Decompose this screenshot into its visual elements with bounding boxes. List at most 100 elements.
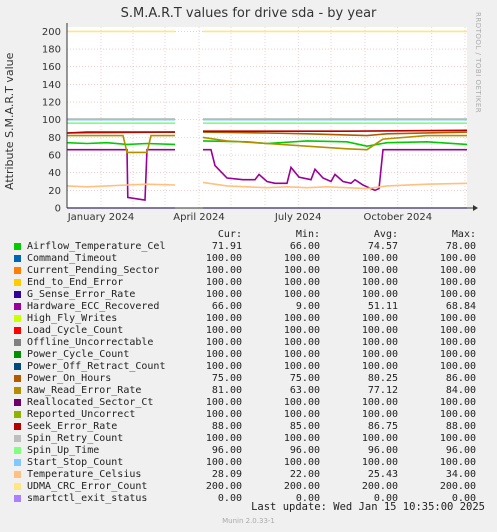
legend-min-value: 100.00 — [283, 313, 320, 324]
legend-cur-value: 200.00 — [205, 481, 242, 492]
legend-swatch — [14, 387, 21, 394]
legend-cur-value: 0.00 — [217, 493, 242, 504]
legend-series-name: Airflow_Temperature_Cel — [27, 241, 166, 252]
legend-header-cur: Cur: — [217, 229, 242, 240]
x-tick-label: January 2024 — [67, 212, 135, 223]
legend-row: Power_Cycle_Count 100.00 100.00 100.00 100.0… — [14, 349, 484, 361]
y-tick-label: 100 — [42, 115, 61, 126]
legend-max-value: 100.00 — [439, 457, 476, 468]
legend-cur-value: 100.00 — [205, 409, 242, 420]
legend-avg-value: 100.00 — [361, 349, 398, 360]
legend-cur-value: 100.00 — [205, 337, 242, 348]
legend-avg-value: 100.00 — [361, 409, 398, 420]
legend-swatch — [14, 255, 21, 262]
legend-cur-value: 88.00 — [211, 421, 242, 432]
legend-swatch — [14, 327, 21, 334]
legend-avg-value: 100.00 — [361, 397, 398, 408]
legend-header-min: Min: — [295, 229, 320, 240]
legend-swatch — [14, 459, 21, 466]
legend-cur-value: 100.00 — [205, 457, 242, 468]
legend-series-name: Temperature_Celsius — [27, 469, 142, 480]
y-tick-label: 40 — [48, 168, 61, 179]
y-tick-label: 200 — [42, 27, 61, 38]
legend-swatch — [14, 291, 21, 298]
legend-series-name: UDMA_CRC_Error_Count — [27, 481, 148, 492]
legend-swatch — [14, 447, 21, 454]
legend-row: Seek_Error_Rate 88.00 85.00 86.75 88.00 — [14, 421, 484, 433]
y-tick-label: 140 — [42, 80, 61, 91]
legend-row: UDMA_CRC_Error_Count 200.00 200.00 200.00 20… — [14, 481, 484, 493]
legend-min-value: 100.00 — [283, 349, 320, 360]
legend-cur-value: 66.00 — [211, 301, 242, 312]
legend-max-value: 88.00 — [445, 421, 476, 432]
legend-avg-value: 100.00 — [361, 265, 398, 276]
legend-header-max: Max: — [451, 229, 476, 240]
legend-cur-value: 96.00 — [211, 445, 242, 456]
legend-avg-value: 51.11 — [367, 301, 398, 312]
legend-row: G_Sense_Error_Rate 100.00 100.00 100.00 100.… — [14, 289, 484, 301]
legend-min-value: 100.00 — [283, 277, 320, 288]
legend-avg-value: 100.00 — [361, 433, 398, 444]
legend-cur-value: 100.00 — [205, 265, 242, 276]
legend-cur-value: 100.00 — [205, 349, 242, 360]
legend-avg-value: 86.75 — [367, 421, 398, 432]
legend-max-value: 100.00 — [439, 433, 476, 444]
legend-swatch — [14, 495, 21, 502]
legend-series-name: Power_Off_Retract_Count — [27, 361, 166, 372]
legend-swatch — [14, 351, 21, 358]
legend-row: Reallocated_Sector_Ct 100.00 100.00 100.00 1… — [14, 397, 484, 409]
legend-swatch — [14, 399, 21, 406]
legend-series-name: Spin_Up_Time — [27, 445, 100, 456]
legend-avg-value: 200.00 — [361, 481, 398, 492]
y-tick-label: 180 — [42, 45, 61, 56]
legend-swatch — [14, 267, 21, 274]
y-tick-label: 80 — [48, 133, 61, 144]
legend-cur-value: 100.00 — [205, 433, 242, 444]
legend-min-value: 200.00 — [283, 481, 320, 492]
legend-row: Power_Off_Retract_Count 100.00 100.00 100.0… — [14, 361, 484, 373]
legend-avg-value: 100.00 — [361, 361, 398, 372]
legend-max-value: 200.00 — [439, 481, 476, 492]
legend-series-name: Seek_Error_Rate — [27, 421, 118, 432]
legend-min-value: 100.00 — [283, 325, 320, 336]
legend-series-name: Current_Pending_Sector — [27, 265, 160, 276]
legend-swatch — [14, 435, 21, 442]
legend-row: Reported_Uncorrect 100.00 100.00 100.00 100.… — [14, 409, 484, 421]
legend-max-value: 86.00 — [445, 373, 476, 384]
legend-cur-value: 100.00 — [205, 397, 242, 408]
series-line — [203, 129, 468, 132]
legend-min-value: 100.00 — [283, 457, 320, 468]
y-tick-label: 60 — [48, 151, 61, 162]
legend-min-value: 100.00 — [283, 409, 320, 420]
legend-max-value: 100.00 — [439, 397, 476, 408]
legend-swatch — [14, 339, 21, 346]
legend-cur-value: 100.00 — [205, 277, 242, 288]
legend-row: Raw_Read_Error_Rate 81.00 63.00 77.12 84.00 — [14, 385, 484, 397]
legend-series-name: Raw_Read_Error_Rate — [27, 385, 142, 396]
legend-min-value: 100.00 — [283, 289, 320, 300]
legend-swatch — [14, 375, 21, 382]
legend-min-value: 96.00 — [289, 445, 320, 456]
munin-version: Munin 2.0.33-1 — [222, 517, 275, 525]
legend-max-value: 100.00 — [439, 289, 476, 300]
legend-max-value: 100.00 — [439, 409, 476, 420]
legend-row: High_Fly_Writes 100.00 100.00 100.00 100.00 — [14, 313, 484, 325]
legend-header-row: Cur: Min: Avg: Max: — [14, 229, 484, 241]
legend-cur-value: 100.00 — [205, 253, 242, 264]
legend-max-value: 100.00 — [439, 325, 476, 336]
legend-min-value: 100.00 — [283, 361, 320, 372]
legend-max-value: 100.00 — [439, 361, 476, 372]
legend-max-value: 84.00 — [445, 385, 476, 396]
legend-swatch — [14, 315, 21, 322]
legend-avg-value: 77.12 — [367, 385, 398, 396]
legend-rows: Airflow_Temperature_Cel 71.91 66.00 74.57 78… — [14, 241, 484, 505]
y-tick-label: 160 — [42, 62, 61, 73]
munin-graph-panel: S.M.A.R.T values for drive sda - by year… — [0, 0, 497, 532]
legend-max-value: 100.00 — [439, 313, 476, 324]
legend-avg-value: 80.25 — [367, 373, 398, 384]
legend-swatch — [14, 243, 21, 250]
legend-avg-value: 74.57 — [367, 241, 398, 252]
legend-series-name: Start_Stop_Count — [27, 457, 124, 468]
x-tick-label: October 2024 — [363, 212, 432, 223]
legend-min-value: 100.00 — [283, 253, 320, 264]
